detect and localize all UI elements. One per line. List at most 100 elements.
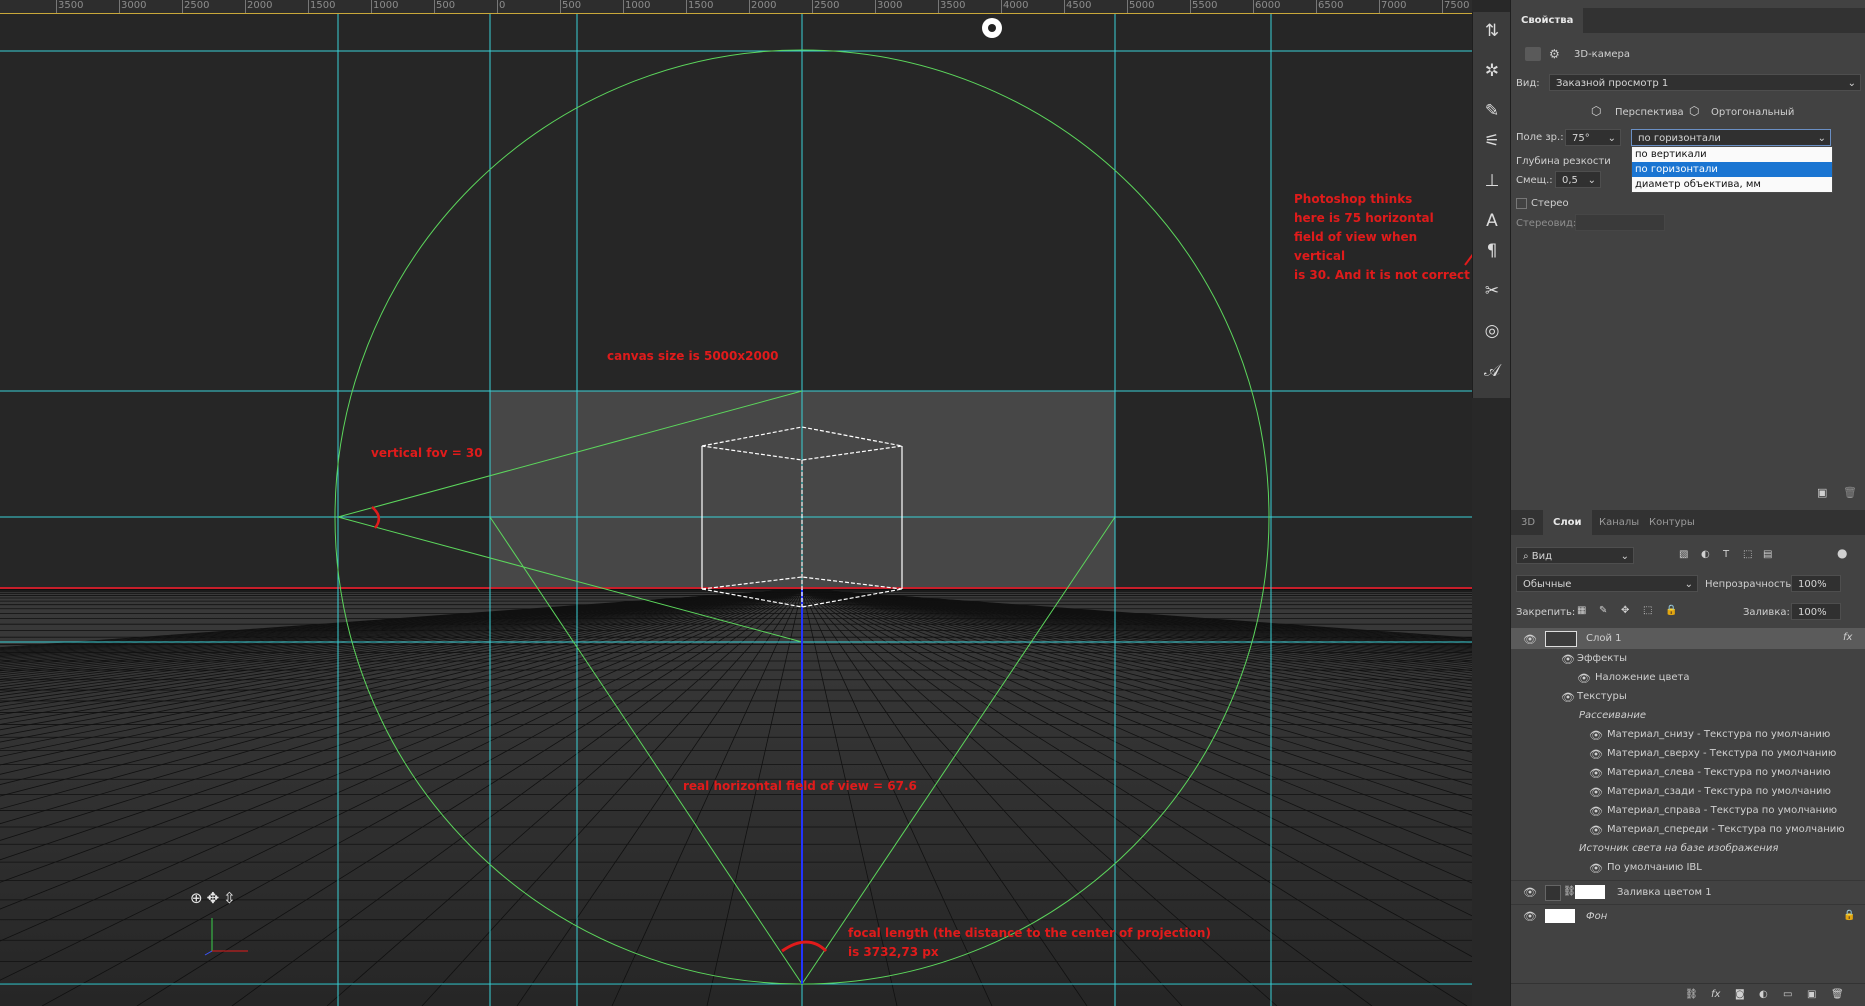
adjustment-layer-icon[interactable]: ◐ [1759,989,1768,1000]
character-icon[interactable]: A [1479,208,1505,234]
dolly-icon[interactable]: ⇳ [223,889,240,907]
annotation-focal-length: focal length (the distance to the center… [848,926,1211,959]
material-row[interactable]: 👁 Материал_справа - Текстура по умолчанию [1511,802,1865,820]
add-mask-icon[interactable]: ◙ [1735,989,1745,1000]
delete-layer-icon[interactable]: 🗑 [1831,989,1844,1000]
offset-label: Смещ.: [1516,175,1553,186]
fx-icon[interactable]: fx [1843,632,1852,643]
fill-input[interactable]: 100% [1791,603,1841,620]
tools-preset-icon[interactable]: ✂ [1479,278,1505,304]
render-icon[interactable]: ▣ [1817,486,1827,499]
clone-source-icon[interactable]: ⊥ [1479,168,1505,194]
ruler-tick-mark [686,0,687,13]
visibility-eye-icon[interactable]: 👁 [1523,633,1537,646]
material-row[interactable]: 👁 Материал_спереди - Текстура по умолчани… [1511,821,1865,839]
fov-mode-select[interactable]: по горизонтали ⌄ [1631,129,1831,146]
visibility-eye-icon[interactable]: 👁 [1523,910,1537,923]
material-row[interactable]: 👁 Материал_сверху - Текстура по умолчанию [1511,745,1865,763]
visibility-eye-icon[interactable]: 👁 [1589,862,1603,875]
visibility-eye-icon[interactable]: 👁 [1523,886,1537,899]
history-icon[interactable]: ⇅ [1479,18,1505,44]
visibility-eye-icon[interactable]: 👁 [1589,824,1603,837]
3d-nav-widget[interactable]: ⊕✥⇳ [190,889,240,907]
orthographic-label[interactable]: Ортогональный [1711,107,1794,118]
ruler-tick-mark [371,0,372,13]
fill-layer-row[interactable]: 👁 ⛓ Заливка цветом 1 [1511,880,1865,903]
add-style-icon[interactable]: fx [1711,989,1720,1000]
filter-pixel-icon[interactable]: ▧ [1679,549,1688,560]
document-canvas[interactable]: 3500 3000 2500 2000 1500 1000 500 0 500 1000 1500 2… [0,0,1472,1006]
visibility-eye-icon[interactable]: 👁 [1577,672,1591,685]
lock-transparent-icon[interactable]: ▦ [1577,605,1586,616]
layer-filter-select[interactable]: ⌕ Вид ⌄ [1516,547,1634,564]
filter-smart-icon[interactable]: ▤ [1763,549,1772,560]
pan-icon[interactable]: ✥ [207,889,224,907]
lock-all-icon[interactable]: 🔒 [1665,605,1677,616]
view-select[interactable]: Заказной просмотр 1 ⌄ [1549,74,1861,91]
visibility-eye-icon[interactable]: 👁 [1589,767,1603,780]
blend-mode-value: Обычные [1523,579,1572,590]
fov-input[interactable]: 75° ⌄ [1565,129,1621,146]
tab-3d[interactable]: 3D [1511,510,1545,535]
perspective-icon[interactable]: ⬡ [1591,104,1601,118]
adjustments-icon[interactable]: ⚟ [1479,128,1505,154]
ruler-tick-mark [497,0,498,13]
fov-mode-value: по горизонтали [1638,133,1721,144]
ruler-tick-label: 2500 [814,0,840,11]
orthographic-icon[interactable]: ⬡ [1689,104,1699,118]
filter-shape-icon[interactable]: ⬚ [1743,549,1752,560]
color-overlay-row[interactable]: 👁 Наложение цвета [1511,669,1865,687]
visibility-eye-icon[interactable]: 👁 [1589,729,1603,742]
textures-row[interactable]: 👁 Текстуры [1511,688,1865,706]
dropdown-option[interactable]: по вертикали [1632,147,1832,162]
new-layer-icon[interactable]: ▣ [1807,989,1816,1000]
visibility-eye-icon[interactable]: 👁 [1589,786,1603,799]
visibility-eye-icon[interactable]: 👁 [1561,691,1575,704]
perspective-label[interactable]: Перспектива [1615,107,1684,118]
blend-mode-select[interactable]: Обычные ⌄ [1516,575,1698,592]
fov-label: Поле зр.: [1516,132,1564,143]
stereo-type-label: Стереовид: [1516,218,1577,229]
visibility-eye-icon[interactable]: 👁 [1589,748,1603,761]
opacity-input[interactable]: 100% [1791,575,1841,592]
ruler-tick-label: 7500 [1444,0,1470,11]
material-label: Материал_справа - Текстура по умолчанию [1607,805,1838,816]
orbit-icon[interactable]: ⊕ [190,889,207,907]
paragraph-icon[interactable]: ¶ [1479,238,1505,264]
horizontal-ruler[interactable]: 3500 3000 2500 2000 1500 1000 500 0 500 1000 1500 2… [0,0,1472,14]
filter-toggle[interactable]: ● [1837,546,1847,560]
filter-type-icon[interactable]: T [1723,549,1729,560]
dropdown-option-selected[interactable]: по горизонтали [1632,162,1832,177]
tab-layers[interactable]: Слои [1543,510,1592,535]
ruler-tick-label: 500 [436,0,456,11]
offset-input[interactable]: 0,5 ⌄ [1555,171,1601,188]
material-row[interactable]: 👁 Материал_сзади - Текстура по умолчанию [1511,783,1865,801]
ruler-tick-label: 2000 [247,0,273,11]
material-row[interactable]: 👁 Материал_снизу - Текстура по умолчанию [1511,726,1865,744]
filter-adjust-icon[interactable]: ◐ [1701,549,1710,560]
ibl-default-row[interactable]: 👁 По умолчанию IBL [1511,859,1865,877]
visibility-eye-icon[interactable]: 👁 [1589,805,1603,818]
link-layers-icon[interactable]: ⛓ [1685,989,1698,1000]
layer-row-selected[interactable]: 👁 Слой 1 fx [1511,628,1865,649]
ruler-tick-mark [119,0,120,13]
effects-row[interactable]: 👁 Эффекты [1511,650,1865,668]
lock-position-icon[interactable]: ✥ [1621,605,1629,616]
material-row[interactable]: 👁 Материал_слева - Текстура по умолчанию [1511,764,1865,782]
visibility-eye-icon[interactable]: 👁 [1561,653,1575,666]
tab-paths[interactable]: Контуры [1639,510,1705,535]
glyphs-icon[interactable]: 𝒜 [1479,358,1505,384]
lock-pixels-icon[interactable]: ✎ [1599,605,1607,616]
dropdown-option[interactable]: диаметр объектива, мм [1632,177,1832,192]
group-icon[interactable]: ▭ [1783,989,1792,1000]
3d-icon[interactable]: ✲ [1479,58,1505,84]
trash-icon[interactable]: 🗑 [1843,486,1857,499]
stereo-checkbox[interactable] [1516,198,1527,209]
lock-artboard-icon[interactable]: ⬚ [1643,605,1652,616]
brush-icon[interactable]: ✎ [1479,98,1505,124]
stereo-type-select[interactable] [1575,214,1665,231]
ruler-tick-mark [1379,0,1380,13]
libraries-icon[interactable]: ◎ [1479,318,1505,344]
background-layer-row[interactable]: 👁 Фон 🔒 [1511,904,1865,927]
tab-properties[interactable]: Свойства [1511,8,1584,33]
